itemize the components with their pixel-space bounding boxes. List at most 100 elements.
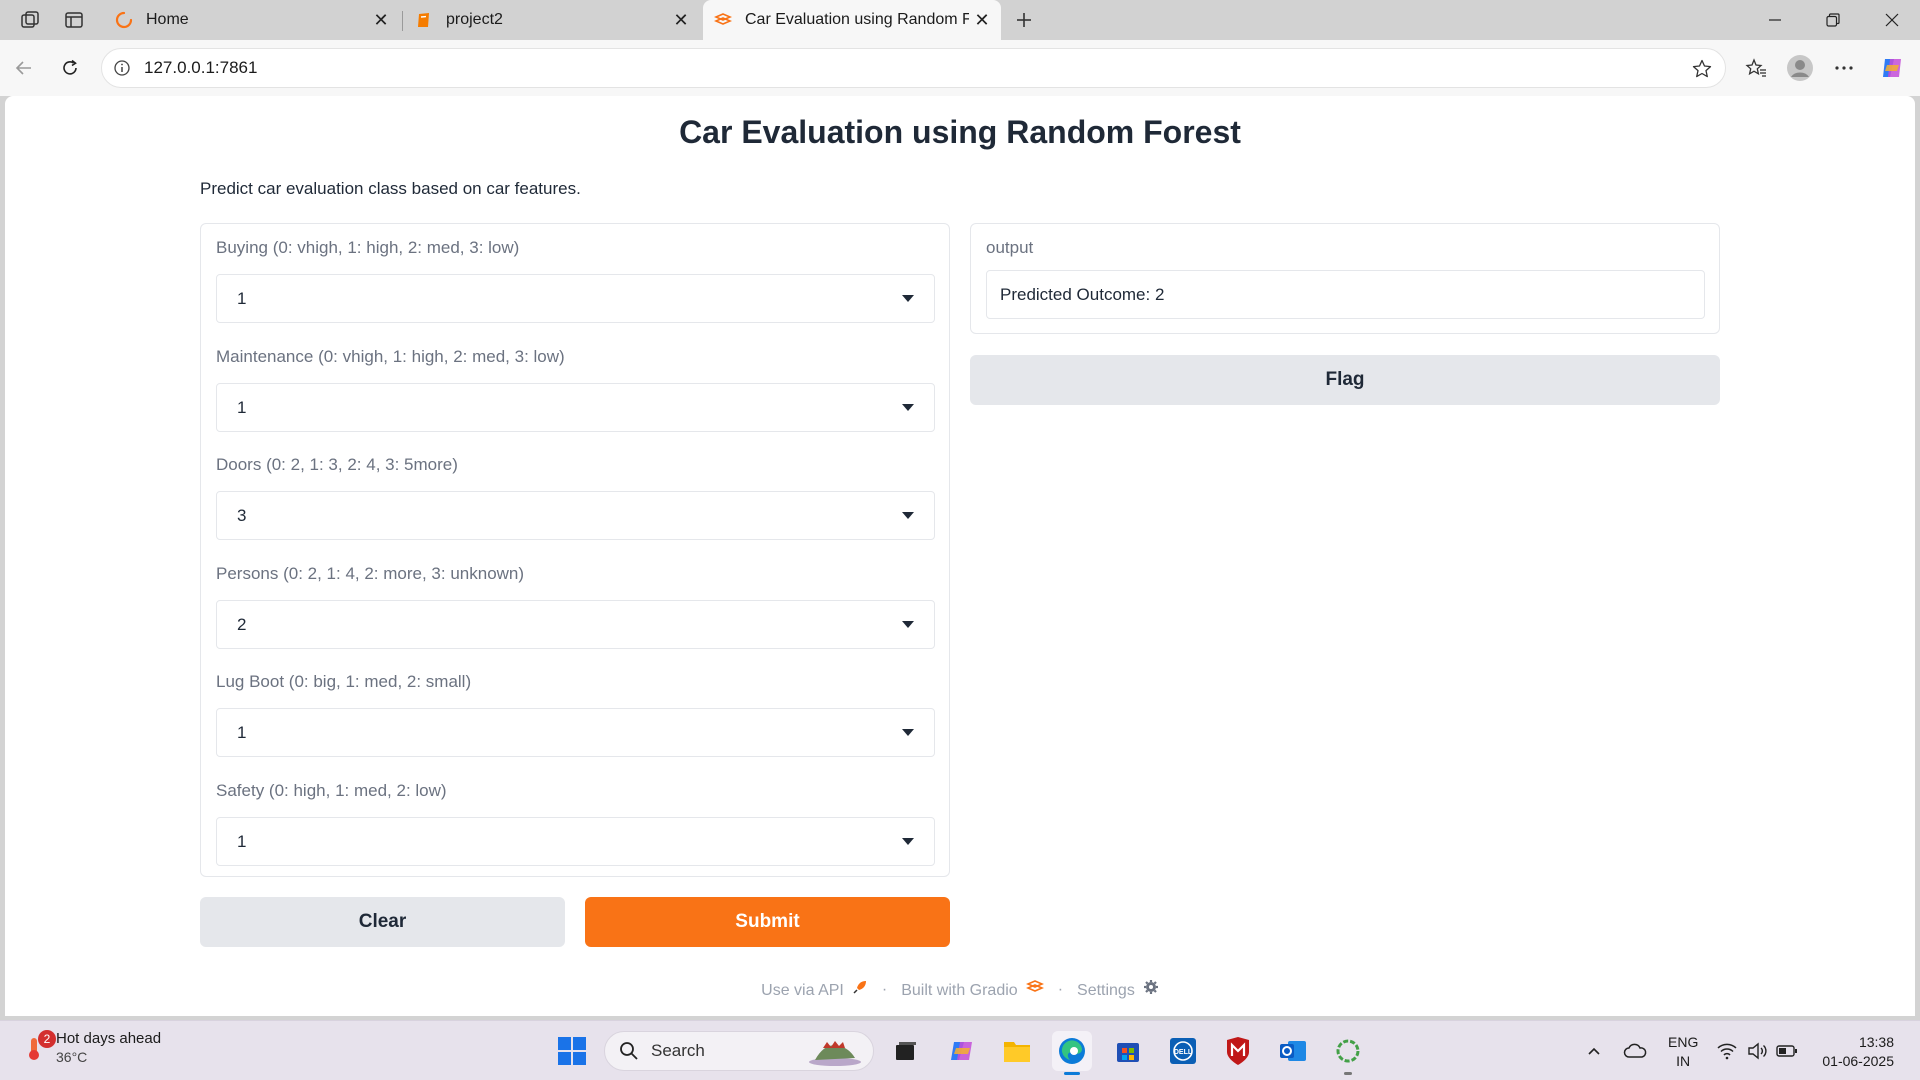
- dropdown-value: 1: [237, 288, 247, 308]
- svg-text:DELL: DELL: [1174, 1049, 1193, 1056]
- clock-time: 13:38: [1858, 1034, 1894, 1050]
- taskbar-search[interactable]: Search: [604, 1031, 874, 1071]
- footer: Use via API · Built with Gradio · Settin…: [5, 979, 1915, 1000]
- loading-spinner-icon: [114, 10, 134, 30]
- rocket-icon: [852, 979, 868, 995]
- microsoft-store-icon[interactable]: [1108, 1031, 1148, 1071]
- clear-button[interactable]: Clear: [200, 897, 565, 947]
- edge-browser-icon[interactable]: [1052, 1031, 1092, 1075]
- minimize-icon[interactable]: [1747, 0, 1803, 40]
- search-highlight-dinosaur-icon: [805, 1036, 863, 1073]
- dropdown-value: 1: [237, 397, 247, 417]
- maintenance-dropdown[interactable]: 1: [216, 383, 935, 432]
- tab-home[interactable]: Home ✕: [104, 0, 400, 40]
- windows-start-icon[interactable]: [552, 1031, 592, 1071]
- dropdown-value: 3: [237, 505, 247, 525]
- settings-link-label: Settings: [1077, 982, 1135, 999]
- gradio-logo-icon: [713, 10, 733, 30]
- tab-car-evaluation[interactable]: Car Evaluation using Random Forest ✕: [703, 0, 1001, 40]
- persons-dropdown[interactable]: 2: [216, 600, 935, 649]
- mcafee-icon[interactable]: [1218, 1031, 1258, 1071]
- settings-link[interactable]: Settings: [1077, 979, 1159, 1000]
- persons-field: Persons (0: 2, 1: 4, 2: more, 3: unknown…: [216, 564, 935, 649]
- chevron-down-icon: [902, 838, 914, 845]
- chevron-down-icon: [902, 729, 914, 736]
- output-textbox[interactable]: Predicted Outcome: 2: [986, 270, 1705, 319]
- gradio-logo-icon: [1025, 979, 1044, 995]
- chevron-down-icon: [902, 512, 914, 519]
- dropdown-value: 1: [237, 831, 247, 851]
- system-clock[interactable]: 13:38 01-06-2025: [1810, 1033, 1894, 1071]
- close-tab-icon[interactable]: ✕: [969, 7, 995, 33]
- maintenance-label: Maintenance (0: vhigh, 1: high, 2: med, …: [216, 347, 565, 366]
- copilot-app-icon[interactable]: [942, 1031, 982, 1071]
- url-text: 127.0.0.1:7861: [144, 58, 258, 77]
- use-via-api-link[interactable]: Use via API: [761, 979, 868, 1000]
- new-tab-icon[interactable]: [1010, 8, 1038, 32]
- buying-dropdown[interactable]: 1: [216, 274, 935, 323]
- tab-label: project2: [446, 11, 503, 28]
- close-window-icon[interactable]: [1864, 0, 1920, 40]
- site-info-icon[interactable]: [113, 59, 131, 82]
- footer-separator: ·: [881, 980, 888, 998]
- back-arrow-icon[interactable]: [8, 52, 40, 84]
- inputs-panel: Buying (0: vhigh, 1: high, 2: med, 3: lo…: [200, 223, 950, 877]
- footer-separator: ·: [1057, 980, 1064, 998]
- tab-label: Car Evaluation using Random Forest: [745, 11, 969, 28]
- notebook-icon: [414, 10, 434, 30]
- page-description: Predict car evaluation class based on ca…: [200, 179, 581, 198]
- battery-icon[interactable]: [1774, 1031, 1800, 1071]
- workspaces-icon[interactable]: [16, 8, 44, 32]
- gear-icon: [1143, 979, 1159, 995]
- submit-button[interactable]: Submit: [585, 897, 950, 947]
- onedrive-cloud-icon[interactable]: [1620, 1031, 1650, 1071]
- tab-divider: [402, 11, 403, 31]
- profile-avatar-icon[interactable]: [1784, 52, 1816, 84]
- refresh-icon[interactable]: [54, 52, 86, 84]
- gradio-app: Car Evaluation using Random Forest Predi…: [5, 96, 1915, 1016]
- vertical-tabs-icon[interactable]: [60, 8, 88, 32]
- chevron-up-icon[interactable]: [1582, 1031, 1606, 1071]
- more-menu-icon[interactable]: [1828, 52, 1860, 84]
- file-explorer-icon[interactable]: [997, 1031, 1037, 1071]
- copilot-icon[interactable]: [1876, 52, 1908, 84]
- region-code: IN: [1676, 1053, 1691, 1069]
- browser-toolbar: 127.0.0.1:7861: [0, 40, 1920, 96]
- address-bar[interactable]: 127.0.0.1:7861: [101, 48, 1726, 88]
- lug-boot-field: Lug Boot (0: big, 1: med, 2: small) 1: [216, 672, 935, 757]
- dell-app-icon[interactable]: DELL: [1163, 1031, 1203, 1071]
- favorite-star-icon[interactable]: [1691, 58, 1713, 85]
- running-app-indicator: [1344, 1072, 1352, 1075]
- volume-icon[interactable]: [1744, 1031, 1770, 1071]
- buying-label: Buying (0: vhigh, 1: high, 2: med, 3: lo…: [216, 238, 520, 257]
- wifi-icon[interactable]: [1714, 1031, 1740, 1071]
- gradio-link-label: Built with Gradio: [901, 982, 1018, 999]
- outlook-icon[interactable]: [1273, 1031, 1313, 1071]
- active-app-indicator: [1064, 1072, 1080, 1075]
- built-with-gradio-link[interactable]: Built with Gradio: [901, 979, 1044, 1000]
- flag-button[interactable]: Flag: [970, 355, 1720, 405]
- dropdown-value: 1: [237, 722, 247, 742]
- tab-project2[interactable]: project2 ✕: [404, 0, 700, 40]
- language-indicator[interactable]: ENG IN: [1668, 1033, 1698, 1071]
- close-tab-icon[interactable]: ✕: [368, 7, 394, 33]
- buying-field: Buying (0: vhigh, 1: high, 2: med, 3: lo…: [216, 238, 935, 323]
- persons-label: Persons (0: 2, 1: 4, 2: more, 3: unknown…: [216, 564, 525, 583]
- page-title: Car Evaluation using Random Forest: [679, 114, 1241, 150]
- weather-widget[interactable]: 2 Hot days ahead 36°C: [22, 1029, 161, 1067]
- chevron-down-icon: [902, 621, 914, 628]
- loading-ring-app-icon[interactable]: [1328, 1031, 1368, 1075]
- thermometer-icon: 2: [22, 1030, 56, 1062]
- safety-dropdown[interactable]: 1: [216, 817, 935, 866]
- safety-label: Safety (0: high, 1: med, 2: low): [216, 781, 447, 800]
- doors-field: Doors (0: 2, 1: 3, 2: 4, 3: 5more) 3: [216, 455, 935, 540]
- close-tab-icon[interactable]: ✕: [668, 7, 694, 33]
- favorites-icon[interactable]: [1740, 52, 1772, 84]
- restore-icon[interactable]: [1805, 0, 1861, 40]
- lug-boot-dropdown[interactable]: 1: [216, 708, 935, 757]
- doors-dropdown[interactable]: 3: [216, 491, 935, 540]
- task-view-icon[interactable]: [886, 1031, 926, 1071]
- browser-tab-strip: Home ✕ project2 ✕ Car Evaluation using R…: [0, 0, 1920, 40]
- search-icon: [619, 1041, 639, 1061]
- chevron-down-icon: [902, 295, 914, 302]
